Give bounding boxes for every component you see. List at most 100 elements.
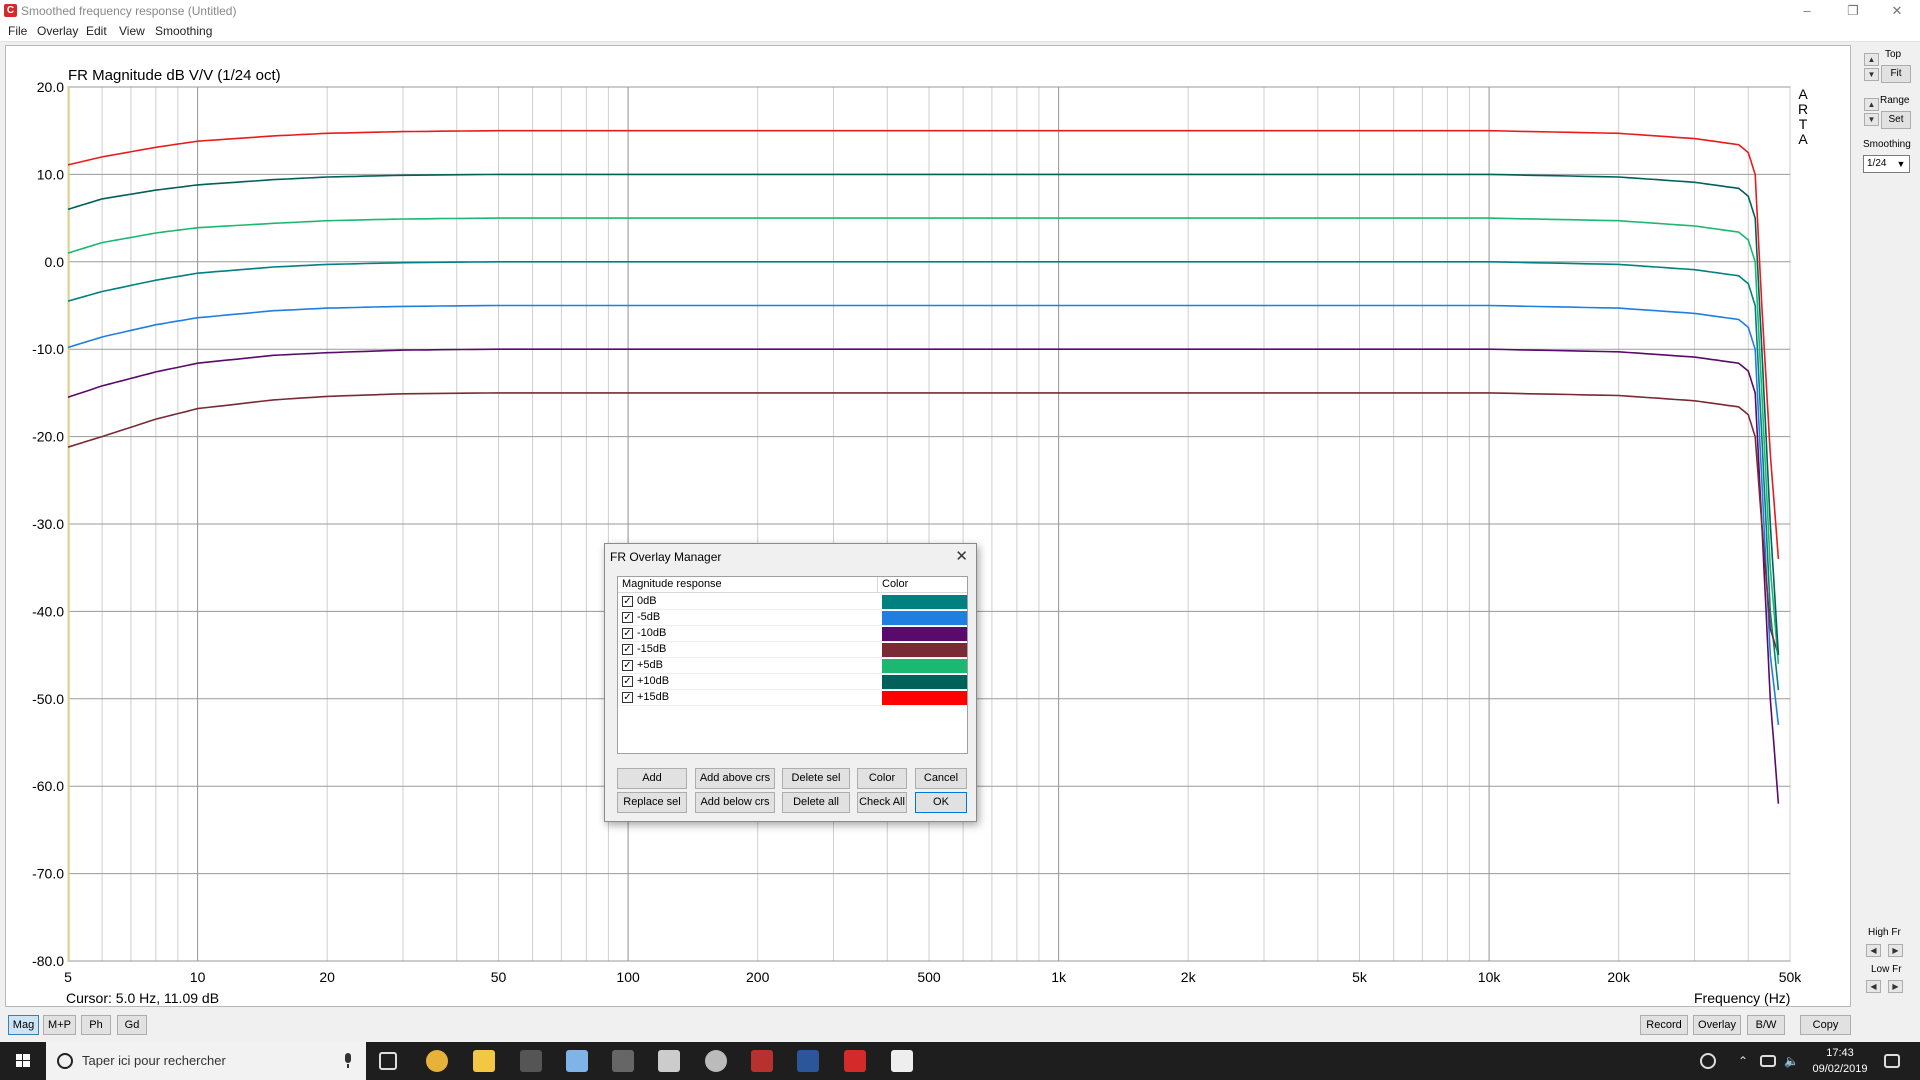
color-swatch[interactable] bbox=[882, 643, 967, 657]
watermark-letter: A bbox=[1798, 86, 1808, 102]
x-tick-label: 20k bbox=[1607, 969, 1631, 985]
overlay-list[interactable]: Magnitude response Color ✓ 0dB ✓ -5dB ✓ -10dB… bbox=[617, 576, 968, 754]
color-swatch[interactable] bbox=[882, 627, 967, 641]
y-tick-label: -30.0 bbox=[32, 516, 64, 532]
chevron-left-icon: ◀ bbox=[1870, 946, 1877, 955]
replace-selected-button[interactable]: Replace sel bbox=[617, 792, 687, 813]
delete-all-button[interactable]: Delete all bbox=[782, 792, 850, 813]
search-placeholder: Taper ici pour rechercher bbox=[82, 1053, 226, 1068]
chevron-right-icon: ▶ bbox=[1892, 982, 1899, 991]
y-tick-label: -80.0 bbox=[32, 953, 64, 969]
y-tick-label: 0.0 bbox=[45, 254, 65, 270]
mag-button[interactable]: Mag bbox=[8, 1015, 39, 1035]
row-label: -15dB bbox=[637, 643, 667, 655]
row-label: +10dB bbox=[637, 675, 670, 687]
high-fr-right[interactable]: ▶ bbox=[1888, 944, 1903, 957]
search-box[interactable]: Taper ici pour rechercher bbox=[46, 1042, 366, 1080]
steps-icon[interactable] bbox=[751, 1050, 773, 1072]
audio-app-icon[interactable] bbox=[612, 1050, 634, 1072]
x-tick-label: 5 bbox=[64, 969, 72, 985]
group-delay-button[interactable]: Gd bbox=[117, 1015, 147, 1035]
list-item[interactable]: ✓ +10dB bbox=[618, 674, 967, 690]
column-header-response[interactable]: Magnitude response bbox=[618, 577, 878, 593]
smoothing-label: Smoothing bbox=[1863, 139, 1911, 150]
row-checkbox[interactable]: ✓ bbox=[622, 612, 633, 623]
smoothing-value: 1/24 bbox=[1867, 158, 1887, 169]
delete-selected-button[interactable]: Delete sel bbox=[782, 768, 850, 789]
photos-icon[interactable] bbox=[891, 1050, 913, 1072]
y-tick-label: -60.0 bbox=[32, 778, 64, 794]
cancel-button[interactable]: Cancel bbox=[915, 768, 967, 789]
phase-button[interactable]: Ph bbox=[81, 1015, 111, 1035]
ok-button[interactable]: OK bbox=[915, 792, 967, 813]
task-view-icon[interactable] bbox=[379, 1052, 397, 1070]
list-item[interactable]: ✓ 0dB bbox=[618, 594, 967, 610]
notepad-icon[interactable] bbox=[566, 1050, 588, 1072]
search-icon bbox=[57, 1053, 73, 1069]
overlay-button[interactable]: Overlay bbox=[1693, 1015, 1741, 1035]
frequency-response-chart[interactable]: 20.0 10.0 0.0 -10.0 -20.0 -30.0 -40.0 -50.0 -60.… bbox=[0, 0, 1920, 1042]
word-icon[interactable] bbox=[797, 1050, 819, 1072]
record-button[interactable]: Record bbox=[1640, 1015, 1688, 1035]
add-button[interactable]: Add bbox=[617, 768, 687, 789]
smoothing-select[interactable]: 1/24 ▼ bbox=[1863, 155, 1910, 173]
row-checkbox[interactable]: ✓ bbox=[622, 644, 633, 655]
calculator-icon[interactable] bbox=[520, 1050, 542, 1072]
clock-date: 09/02/2019 bbox=[1812, 1063, 1868, 1075]
list-item[interactable]: ✓ -10dB bbox=[618, 626, 967, 642]
row-checkbox[interactable]: ✓ bbox=[622, 596, 633, 607]
y-tick-label: -70.0 bbox=[32, 866, 64, 882]
set-button[interactable]: Set bbox=[1881, 111, 1911, 129]
row-checkbox[interactable]: ✓ bbox=[622, 676, 633, 687]
top-up-spin[interactable]: ▲ bbox=[1864, 53, 1879, 66]
arta-icon[interactable] bbox=[844, 1050, 866, 1072]
mag-phase-button[interactable]: M+P bbox=[43, 1015, 76, 1035]
range-down-spin[interactable]: ▼ bbox=[1864, 113, 1879, 126]
bw-button[interactable]: B/W bbox=[1747, 1015, 1785, 1035]
copy-button[interactable]: Copy bbox=[1800, 1015, 1851, 1035]
x-tick-label: 20 bbox=[319, 969, 335, 985]
check-all-button[interactable]: Check All bbox=[857, 792, 907, 813]
list-item[interactable]: ✓ +5dB bbox=[618, 658, 967, 674]
start-button[interactable] bbox=[0, 1042, 46, 1080]
low-fr-left[interactable]: ◀ bbox=[1866, 980, 1881, 993]
store-icon[interactable] bbox=[658, 1050, 680, 1072]
notifications-icon[interactable] bbox=[1884, 1054, 1900, 1068]
list-item[interactable]: ✓ -15dB bbox=[618, 642, 967, 658]
top-down-spin[interactable]: ▼ bbox=[1864, 68, 1879, 81]
fit-button[interactable]: Fit bbox=[1881, 65, 1911, 83]
low-fr-right[interactable]: ▶ bbox=[1888, 980, 1903, 993]
network-icon[interactable] bbox=[1760, 1055, 1776, 1067]
dialog-close-button[interactable]: ✕ bbox=[955, 547, 968, 565]
chrome-icon[interactable] bbox=[426, 1050, 448, 1072]
file-explorer-icon[interactable] bbox=[473, 1050, 495, 1072]
color-swatch[interactable] bbox=[882, 675, 967, 689]
clock[interactable]: 17:43 09/02/2019 bbox=[1808, 1045, 1872, 1077]
chevron-up-icon[interactable]: ⌃ bbox=[1738, 1054, 1752, 1068]
add-below-cursor-button[interactable]: Add below crs bbox=[695, 792, 775, 813]
range-up-spin[interactable]: ▲ bbox=[1864, 98, 1879, 111]
row-checkbox[interactable]: ✓ bbox=[622, 692, 633, 703]
color-swatch[interactable] bbox=[882, 659, 967, 673]
column-header-color[interactable]: Color bbox=[878, 577, 967, 593]
color-button[interactable]: Color bbox=[857, 768, 907, 789]
cursor-readout: Cursor: 5.0 Hz, 11.09 dB bbox=[66, 990, 220, 1006]
chevron-down-icon: ▼ bbox=[1867, 70, 1876, 79]
people-icon[interactable] bbox=[1700, 1053, 1716, 1069]
color-swatch[interactable] bbox=[882, 595, 967, 609]
high-fr-left[interactable]: ◀ bbox=[1866, 944, 1881, 957]
volume-icon[interactable]: 🔈 bbox=[1784, 1054, 1799, 1068]
chevron-left-icon: ◀ bbox=[1870, 982, 1877, 991]
list-item[interactable]: ✓ -5dB bbox=[618, 610, 967, 626]
microphone-icon bbox=[345, 1053, 351, 1068]
low-fr-label: Low Fr bbox=[1871, 964, 1902, 975]
media-icon[interactable] bbox=[705, 1050, 727, 1072]
list-item[interactable]: ✓ +15dB bbox=[618, 690, 967, 706]
chevron-up-icon: ▲ bbox=[1867, 55, 1876, 64]
row-label: -5dB bbox=[637, 611, 661, 623]
add-above-cursor-button[interactable]: Add above crs bbox=[695, 768, 775, 789]
color-swatch[interactable] bbox=[882, 691, 967, 705]
row-checkbox[interactable]: ✓ bbox=[622, 660, 633, 671]
color-swatch[interactable] bbox=[882, 611, 967, 625]
row-checkbox[interactable]: ✓ bbox=[622, 628, 633, 639]
